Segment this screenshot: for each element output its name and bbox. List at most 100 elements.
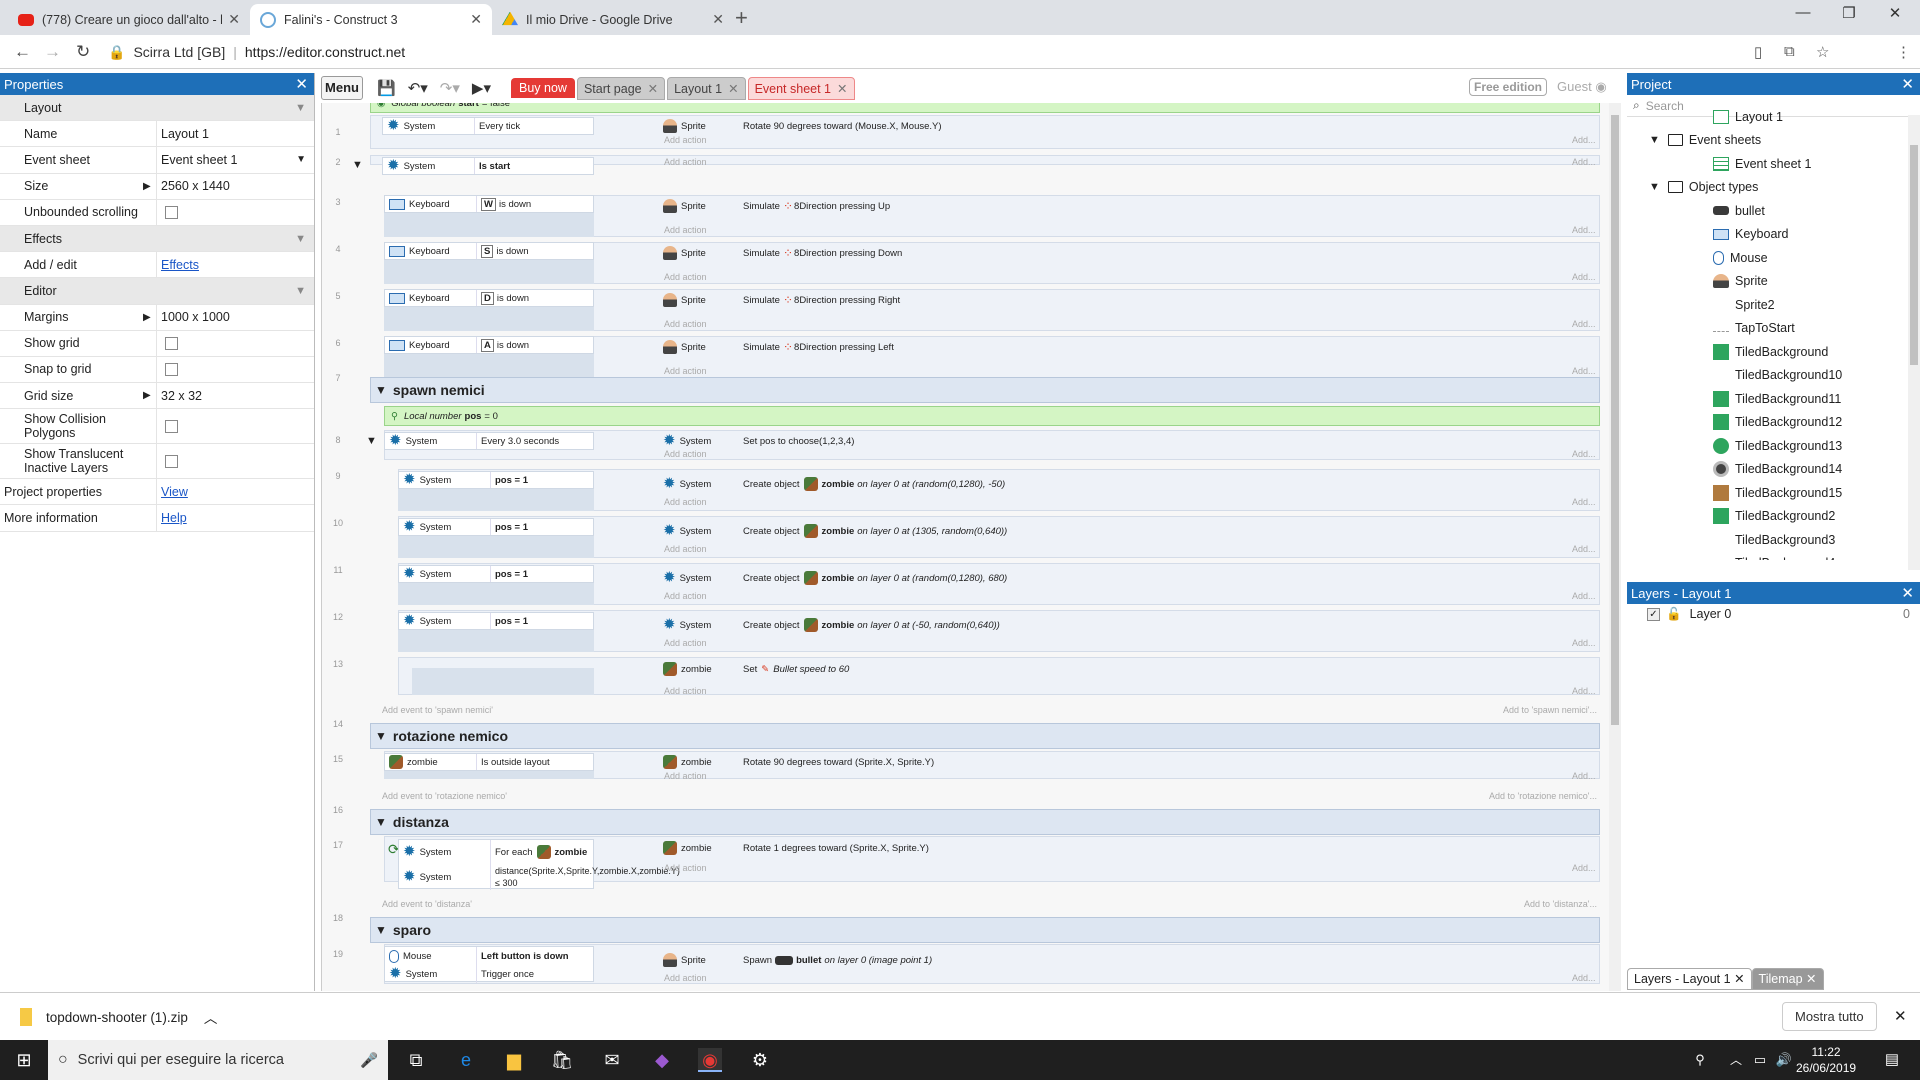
add-more-link[interactable]: Add...	[1572, 319, 1596, 329]
preview-play-icon[interactable]: ▶▾	[472, 79, 491, 97]
expand-triangle-icon[interactable]: ▼	[1649, 181, 1660, 193]
property-row[interactable]: Show Translucent Inactive Layers	[0, 444, 314, 480]
guest-user[interactable]: Guest ◉	[1557, 79, 1607, 95]
add-more-link[interactable]: Add...	[1572, 638, 1596, 648]
project-item[interactable]: TiledBackground13	[1627, 434, 1920, 458]
event-action[interactable]: Sprite Simulate ⁘ 8Direction pressing Left	[659, 338, 894, 356]
add-more-link[interactable]: Add...	[1572, 366, 1596, 376]
expand-triangle-icon[interactable]: ▼	[1649, 134, 1660, 146]
event-action[interactable]: zombie Rotate 90 degrees toward (Sprite.X…	[659, 753, 934, 771]
window-close-icon[interactable]: ✕	[1872, 4, 1918, 22]
free-edition-badge[interactable]: Free edition	[1469, 78, 1548, 96]
event-action[interactable]: Sprite Rotate 90 degrees toward (Mouse.X,…	[659, 117, 942, 135]
forward-icon[interactable]: →	[44, 42, 61, 62]
close-panel-icon[interactable]: ✕	[295, 75, 308, 93]
back-icon[interactable]: ←	[14, 42, 31, 62]
project-item[interactable]: bullet	[1627, 199, 1920, 223]
add-action-link[interactable]: Add action	[664, 973, 707, 983]
project-item[interactable]: TiledBackground10	[1627, 364, 1920, 388]
project-item[interactable]: TiledBackground15	[1627, 481, 1920, 505]
property-row[interactable]: Unbounded scrolling	[0, 199, 314, 226]
add-more-link[interactable]: Add...	[1572, 225, 1596, 235]
vertical-scrollbar[interactable]	[1609, 103, 1621, 991]
new-tab-button[interactable]: +	[735, 5, 748, 31]
close-tab-icon[interactable]: ✕	[470, 11, 482, 28]
event-group-1[interactable]: ▼ spawn nemici	[370, 377, 1600, 403]
property-value[interactable]: 32 x 32	[157, 383, 314, 408]
property-link[interactable]: View	[161, 485, 188, 499]
reload-icon[interactable]: ↻	[76, 42, 90, 62]
event-action[interactable]: ✹ System Create object zombie on layer 0 at …	[659, 569, 1007, 587]
event-condition[interactable]: ✹ System Every 3.0 seconds	[384, 432, 594, 450]
download-item[interactable]: topdown-shooter (1).zip ︿	[20, 1007, 217, 1027]
tab-layers[interactable]: Layers - Layout 1 ✕	[1627, 968, 1752, 990]
add-event-link[interactable]: Add event to 'rotazione nemico'	[382, 791, 507, 801]
event-action[interactable]: Sprite Simulate ⁘ 8Direction pressing Right	[659, 291, 900, 309]
undo-icon[interactable]: ↶▾	[408, 79, 428, 97]
add-more-link[interactable]: Add...	[1572, 272, 1596, 282]
event-condition[interactable]: ✹ System Every tick	[382, 117, 594, 135]
close-tab-icon[interactable]: ✕	[712, 11, 724, 28]
volume-icon[interactable]: 🔊	[1772, 1048, 1796, 1072]
add-more-link[interactable]: Add...	[1572, 157, 1596, 167]
property-row[interactable]: Snap to grid	[0, 356, 314, 384]
collapse-triangle-icon[interactable]: ▼	[295, 233, 306, 245]
add-action-link[interactable]: Add action	[664, 863, 707, 873]
property-checkbox[interactable]	[165, 336, 178, 350]
project-item[interactable]: Sprite2	[1627, 293, 1920, 317]
collapse-triangle-icon[interactable]: ▼	[295, 285, 306, 297]
event-action[interactable]: Sprite Spawn bullet on layer 0 (image point…	[659, 951, 932, 969]
lock-icon[interactable]: 🔓	[1666, 607, 1682, 622]
close-tab-icon[interactable]: ✕	[648, 82, 658, 96]
collapse-triangle-icon[interactable]: ▼	[375, 729, 387, 743]
redo-icon[interactable]: ↷▾	[440, 79, 460, 97]
dropdown-arrow-icon[interactable]: ▼	[296, 154, 306, 165]
property-value[interactable]: Event sheet 1 ▼	[157, 147, 314, 172]
browser-tab-drive[interactable]: Il mio Drive - Google Drive ✕	[492, 4, 734, 35]
event-condition[interactable]: Keyboard Wis down	[384, 195, 594, 213]
global-variable[interactable]: ◉ Global boolean start = false	[370, 103, 1600, 113]
event-condition[interactable]: ✹ System pos = 1	[398, 612, 594, 630]
url-field[interactable]: 🔒 Scirra Ltd [GB] | https://editor.const…	[108, 39, 1738, 65]
event-action[interactable]: Sprite Simulate ⁘ 8Direction pressing Down	[659, 244, 902, 262]
event-condition[interactable]: zombie Is outside layout	[384, 753, 594, 771]
property-row[interactable]: Grid size ▶ 32 x 32	[0, 383, 314, 410]
add-more-link[interactable]: Add...	[1572, 449, 1596, 459]
add-action-link[interactable]: Add action	[664, 544, 707, 554]
layer-visible-checkbox[interactable]: ✓	[1647, 607, 1660, 621]
project-item[interactable]: TiledBackground12	[1627, 411, 1920, 435]
add-action-link[interactable]: Add action	[664, 449, 707, 459]
project-item[interactable]: TiledBackground	[1627, 340, 1920, 364]
property-row[interactable]: Show Collision Polygons	[0, 409, 314, 445]
tray-chevron-icon[interactable]: ︿	[1724, 1048, 1748, 1072]
property-value[interactable]	[157, 331, 314, 356]
layer-row[interactable]: ✓ 🔓 Layer 0 0	[1627, 604, 1920, 624]
scroll-thumb[interactable]	[1611, 115, 1619, 725]
property-checkbox[interactable]	[165, 205, 178, 219]
collapse-triangle-icon[interactable]: ▼	[295, 102, 306, 114]
property-value[interactable]: 1000 x 1000	[157, 305, 314, 330]
close-panel-icon[interactable]: ✕	[1901, 584, 1914, 602]
local-variable[interactable]: ⚲ Local number pos = 0	[384, 406, 1600, 426]
chrome-icon[interactable]: ◉	[698, 1048, 722, 1072]
edge-icon[interactable]: e	[454, 1048, 478, 1072]
event-action[interactable]: ✹ System Create object zombie on layer 0 at …	[659, 522, 1007, 540]
add-event-link[interactable]: Add event to 'distanza'	[382, 899, 472, 909]
property-value[interactable]	[157, 444, 314, 478]
tab-event-sheet-1[interactable]: Event sheet 1 ✕	[747, 76, 855, 100]
scroll-thumb[interactable]	[1910, 145, 1918, 365]
close-panel-icon[interactable]: ✕	[1901, 75, 1914, 93]
project-item[interactable]: Sprite	[1627, 270, 1920, 294]
event-action[interactable]: ✹ System Create object zombie on layer 0 at …	[659, 616, 1000, 634]
project-item[interactable]: TiledBackground3	[1627, 528, 1920, 552]
store-icon[interactable]: 🛍	[550, 1048, 574, 1072]
property-row[interactable]: Project properties View	[0, 479, 314, 506]
tab-start-page[interactable]: Start page ✕	[576, 76, 666, 100]
add-more-link[interactable]: Add...	[1572, 544, 1596, 554]
close-download-bar-icon[interactable]: ✕	[1894, 1007, 1907, 1025]
task-view-icon[interactable]: ⧉	[404, 1048, 428, 1072]
property-value[interactable]: 2560 x 1440	[157, 174, 314, 199]
add-action-link[interactable]: Add action	[664, 771, 707, 781]
project-item[interactable]: TiledBackground14	[1627, 458, 1920, 482]
event-condition[interactable]: Keyboard Sis down	[384, 242, 594, 260]
